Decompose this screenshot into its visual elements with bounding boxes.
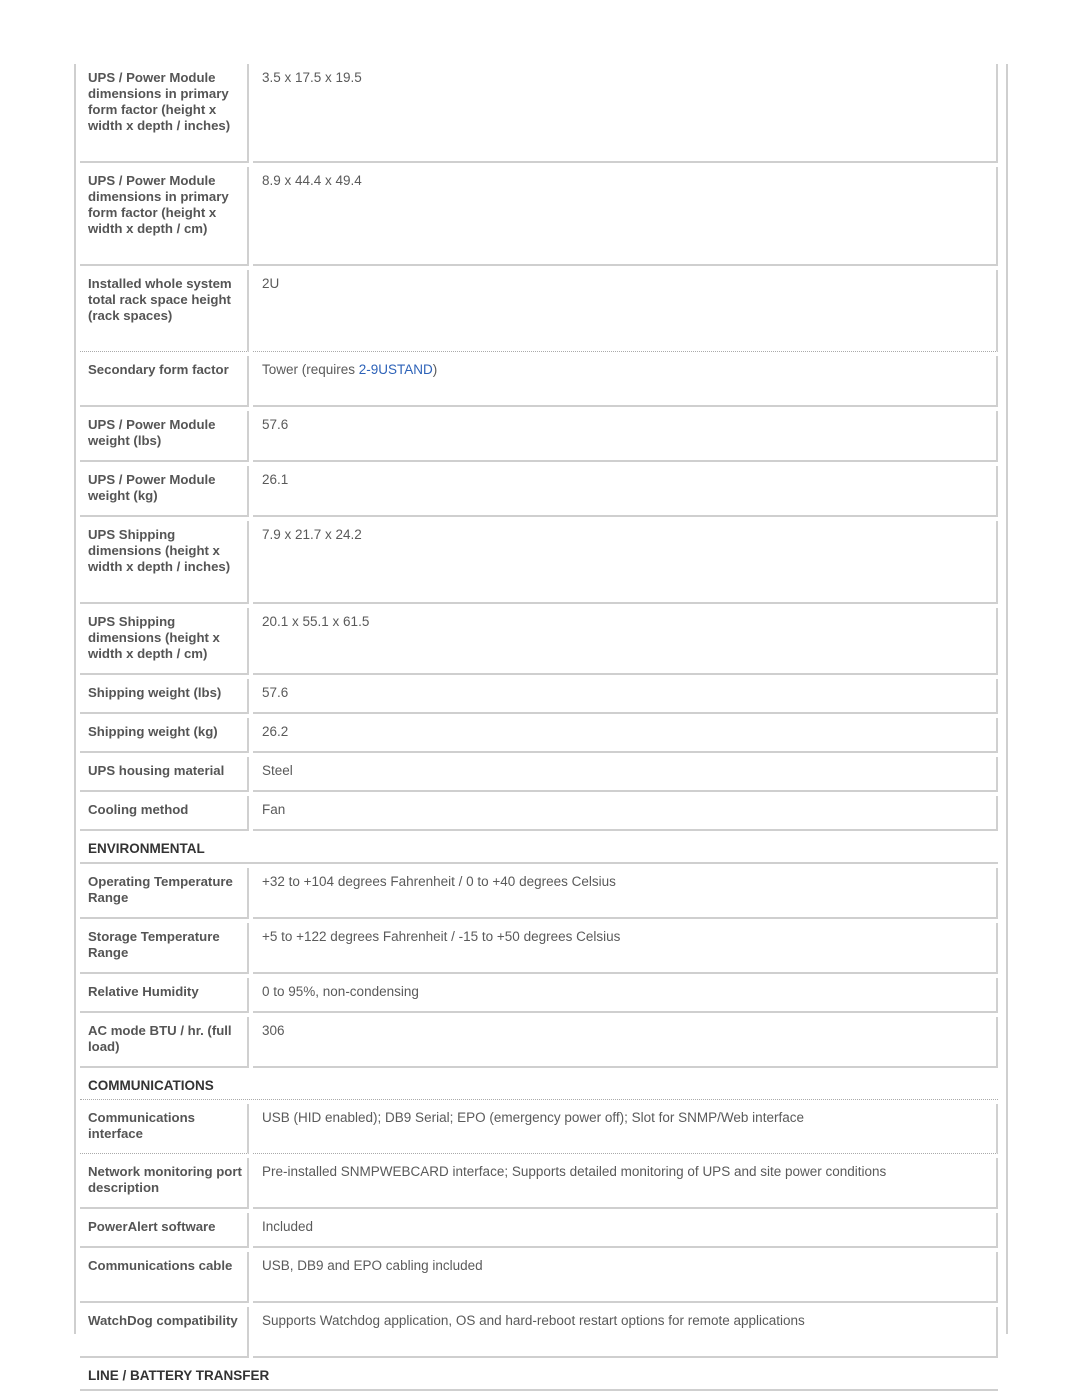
spec-value: Pre-installed SNMPWEBCARD interface; Sup… — [253, 1158, 998, 1209]
spec-value: 20.1 x 55.1 x 61.5 — [253, 608, 998, 675]
spec-value: 3.5 x 17.5 x 19.5 — [253, 64, 998, 163]
spec-row: UPS / Power Module weight (kg) 26.1 — [80, 466, 998, 517]
spec-row: Cooling method Fan — [80, 796, 998, 831]
spec-row: Secondary form factor Tower (requires 2-9… — [80, 356, 998, 407]
spec-value: Included — [253, 1213, 998, 1248]
physical-specs: UPS / Power Module dimensions in primary… — [80, 64, 998, 831]
spec-row: Operating Temperature Range +32 to +104 d… — [80, 868, 998, 919]
section-heading-communications: COMMUNICATIONS — [80, 1072, 998, 1100]
spec-row: UPS Shipping dimensions (height x width … — [80, 608, 998, 675]
spec-value: +5 to +122 degrees Fahrenheit / -15 to +… — [253, 923, 998, 974]
spec-row: WatchDog compatibility Supports Watchdog … — [80, 1307, 998, 1358]
spec-value: 7.9 x 21.7 x 24.2 — [253, 521, 998, 604]
section-heading-line-battery-transfer: LINE / BATTERY TRANSFER — [80, 1362, 998, 1391]
spec-label: Network monitoring port description — [80, 1158, 249, 1209]
spec-label: Operating Temperature Range — [80, 868, 249, 919]
spec-value: 0 to 95%, non-condensing — [253, 978, 998, 1013]
spec-value: 57.6 — [253, 411, 998, 462]
spec-label: PowerAlert software — [80, 1213, 249, 1248]
spec-label: Cooling method — [80, 796, 249, 831]
spec-value: 26.2 — [253, 718, 998, 753]
spec-label: UPS / Power Module dimensions in primary… — [80, 64, 249, 163]
spec-label: Relative Humidity — [80, 978, 249, 1013]
spec-label: UPS / Power Module weight (kg) — [80, 466, 249, 517]
spec-row: UPS / Power Module dimensions in primary… — [80, 64, 998, 163]
spec-label: UPS housing material — [80, 757, 249, 792]
spec-value: USB, DB9 and EPO cabling included — [253, 1252, 998, 1303]
spec-value: Fan — [253, 796, 998, 831]
spec-label: UPS / Power Module dimensions in primary… — [80, 167, 249, 266]
spec-value: 2U — [253, 270, 998, 352]
spec-row: Relative Humidity 0 to 95%, non-condensin… — [80, 978, 998, 1013]
spec-value: +32 to +104 degrees Fahrenheit / 0 to +4… — [253, 868, 998, 919]
spec-value: 306 — [253, 1017, 998, 1068]
section-heading-environmental: ENVIRONMENTAL — [80, 835, 998, 864]
spec-row: Communications cable USB, DB9 and EPO cab… — [80, 1252, 998, 1303]
spec-row: Shipping weight (lbs) 57.6 — [80, 679, 998, 714]
environmental-specs: Operating Temperature Range +32 to +104 d… — [80, 868, 998, 1068]
spec-value: USB (HID enabled); DB9 Serial; EPO (emer… — [253, 1104, 998, 1154]
spec-row: PowerAlert software Included — [80, 1213, 998, 1248]
spec-value: Supports Watchdog application, OS and ha… — [253, 1307, 998, 1358]
spec-label: WatchDog compatibility — [80, 1307, 249, 1358]
spec-row: Communications interface USB (HID enabled… — [80, 1104, 998, 1154]
spec-row: UPS housing material Steel — [80, 757, 998, 792]
spec-label: UPS / Power Module weight (lbs) — [80, 411, 249, 462]
communications-specs: Communications interface USB (HID enabled… — [80, 1104, 998, 1358]
spec-label: Secondary form factor — [80, 356, 249, 407]
spec-value: 57.6 — [253, 679, 998, 714]
spec-row: Network monitoring port description Pre-i… — [80, 1158, 998, 1209]
spec-row: AC mode BTU / hr. (full load) 306 — [80, 1017, 998, 1068]
spec-value: Tower (requires 2-9USTAND) — [253, 356, 998, 407]
spec-value-prefix: Tower (requires — [262, 362, 359, 377]
spec-row: Installed whole system total rack space … — [80, 270, 998, 352]
spec-row: Storage Temperature Range +5 to +122 degr… — [80, 923, 998, 974]
spec-label: Shipping weight (kg) — [80, 718, 249, 753]
spec-label: UPS Shipping dimensions (height x width … — [80, 608, 249, 675]
spec-value-suffix: ) — [432, 362, 438, 377]
product-link[interactable]: 2-9USTAND — [359, 362, 433, 377]
spec-label: AC mode BTU / hr. (full load) — [80, 1017, 249, 1068]
spec-value: 26.1 — [253, 466, 998, 517]
spec-value: Steel — [253, 757, 998, 792]
spec-label: Storage Temperature Range — [80, 923, 249, 974]
spec-row: Shipping weight (kg) 26.2 — [80, 718, 998, 753]
spec-label: Communications cable — [80, 1252, 249, 1303]
spec-row: UPS / Power Module dimensions in primary… — [80, 167, 998, 266]
spec-label: Communications interface — [80, 1104, 249, 1154]
spec-row: UPS Shipping dimensions (height x width … — [80, 521, 998, 604]
spec-label: Installed whole system total rack space … — [80, 270, 249, 352]
spec-label: UPS Shipping dimensions (height x width … — [80, 521, 249, 604]
spec-value: 8.9 x 44.4 x 49.4 — [253, 167, 998, 266]
spec-row: UPS / Power Module weight (lbs) 57.6 — [80, 411, 998, 462]
spec-label: Shipping weight (lbs) — [80, 679, 249, 714]
spec-table: UPS / Power Module dimensions in primary… — [80, 64, 998, 1395]
